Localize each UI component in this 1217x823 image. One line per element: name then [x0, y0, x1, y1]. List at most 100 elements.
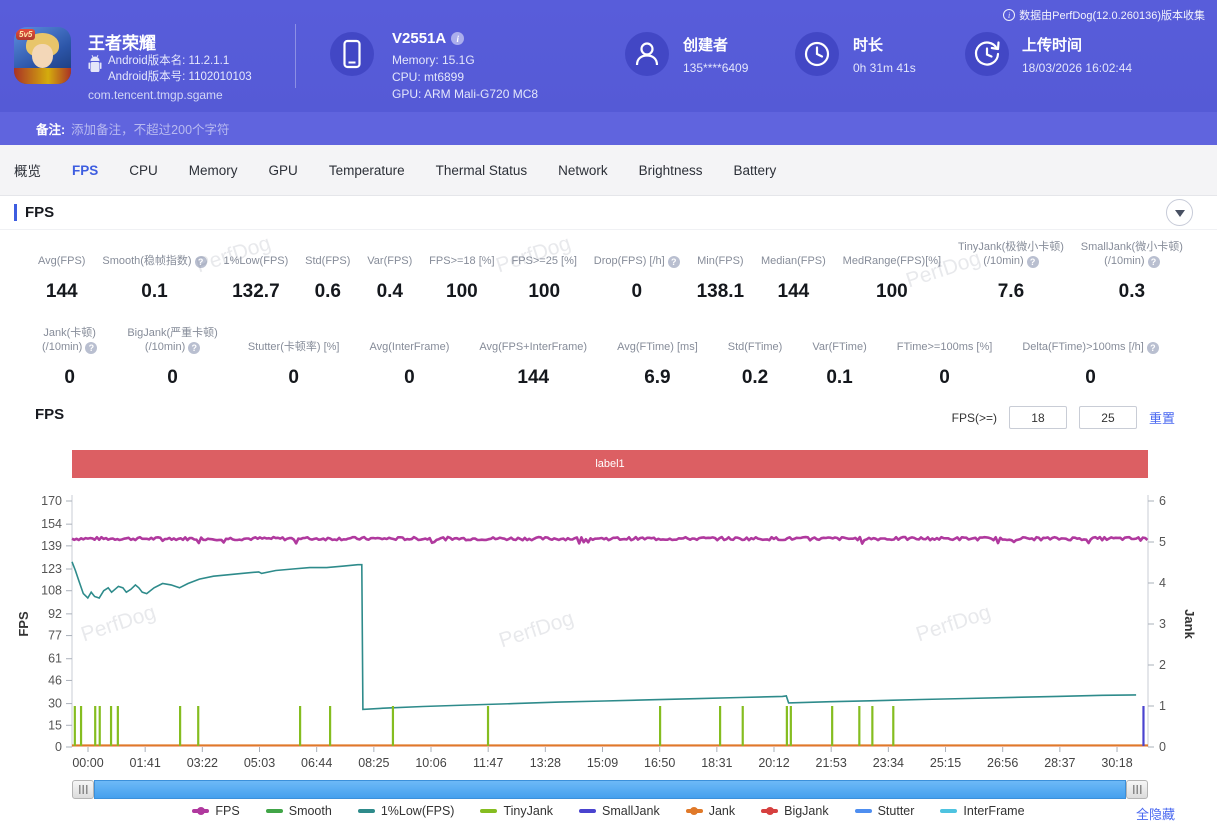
app-package: com.tencent.tmgp.sgame — [88, 88, 223, 102]
stat-label: Std(FTime) — [728, 340, 783, 354]
stat-value: 144 — [778, 281, 810, 303]
tab-temperature[interactable]: Temperature — [329, 163, 405, 178]
stat-label: Var(FTime) — [812, 340, 866, 354]
device-info-icon[interactable]: i — [451, 32, 464, 45]
tab-network[interactable]: Network — [558, 163, 608, 178]
creator-value: 135****6409 — [683, 60, 748, 77]
tab-概览[interactable]: 概览 — [14, 160, 41, 180]
tab-memory[interactable]: Memory — [189, 163, 238, 178]
stat-value: 0.6 — [315, 281, 341, 303]
stat-value: 0 — [288, 367, 299, 389]
svg-text:00:00: 00:00 — [72, 756, 103, 770]
help-icon[interactable]: ? — [1027, 256, 1039, 268]
stat-item: SmallJank(微小卡顿)(/10min)?0.3 — [1081, 240, 1183, 303]
tab-cpu[interactable]: CPU — [129, 163, 158, 178]
legend-item-jank[interactable]: Jank — [686, 804, 735, 818]
stat-label: Drop(FPS) [/h]? — [594, 254, 680, 268]
legend-marker-icon — [192, 809, 209, 813]
stat-label: Std(FPS) — [305, 254, 350, 268]
tab-brightness[interactable]: Brightness — [639, 163, 703, 178]
stat-label: Var(FPS) — [367, 254, 412, 268]
stat-value: 100 — [876, 281, 908, 303]
svg-text:03:22: 03:22 — [187, 756, 218, 770]
help-icon[interactable]: ? — [195, 256, 207, 268]
stat-item: Smooth(稳帧指数)?0.1 — [102, 254, 206, 303]
legend-item-smalljank[interactable]: SmallJank — [579, 804, 660, 818]
person-icon — [625, 32, 669, 76]
fps-threshold-input-1[interactable] — [1009, 406, 1067, 429]
svg-text:30:18: 30:18 — [1101, 756, 1132, 770]
legend-item-1-low-fps-[interactable]: 1%Low(FPS) — [358, 804, 455, 818]
tab-battery[interactable]: Battery — [733, 163, 776, 178]
help-icon[interactable]: ? — [188, 342, 200, 354]
scrollbar-left-handle[interactable] — [72, 780, 94, 799]
legend-label: Smooth — [289, 804, 332, 818]
svg-text:139: 139 — [41, 539, 62, 553]
stat-item: Delta(FTime)>100ms [/h]?0 — [1022, 340, 1159, 389]
legend-marker-icon — [855, 809, 872, 813]
legend-item-smooth[interactable]: Smooth — [266, 804, 332, 818]
creator-label: 创建者 — [683, 34, 728, 55]
hide-all-link[interactable]: 全隐藏 — [1136, 804, 1175, 823]
svg-text:15:09: 15:09 — [587, 756, 618, 770]
scrollbar-track[interactable] — [94, 780, 1126, 799]
help-icon[interactable]: ? — [85, 342, 97, 354]
stat-label: Avg(FTime) [ms] — [617, 340, 698, 354]
svg-text:25:15: 25:15 — [930, 756, 961, 770]
svg-text:10:06: 10:06 — [415, 756, 446, 770]
device-specs: Memory: 15.1G CPU: mt6899 GPU: ARM Mali-… — [392, 52, 538, 103]
svg-text:92: 92 — [48, 607, 62, 621]
metric-tabs: 概览 FPS CPU Memory GPU Temperature Thermal Stat… — [0, 145, 1217, 196]
legend-marker-icon — [761, 809, 778, 813]
svg-text:08:25: 08:25 — [358, 756, 389, 770]
note-placeholder: 添加备注，不超过200个字符 — [71, 119, 229, 138]
svg-text:16:50: 16:50 — [644, 756, 675, 770]
chart-title: FPS — [35, 406, 64, 423]
legend-label: Jank — [709, 804, 735, 818]
fps-threshold-input-2[interactable] — [1079, 406, 1137, 429]
legend-item-tinyjank[interactable]: TinyJank — [480, 804, 553, 818]
fps-stats-row-2: Jank(卡顿)(/10min)?0BigJank(严重卡顿)(/10min)?… — [0, 326, 1159, 389]
reset-link[interactable]: 重置 — [1149, 408, 1175, 427]
svg-text:0: 0 — [55, 740, 62, 754]
legend-marker-icon — [358, 809, 375, 813]
stat-label: Min(FPS) — [697, 254, 743, 268]
stat-value: 144 — [517, 367, 549, 389]
note-bar[interactable]: 备注: 添加备注，不超过200个字符 — [0, 112, 1217, 145]
svg-text:13:28: 13:28 — [530, 756, 561, 770]
stat-item: FPS>=18 [%]100 — [429, 254, 494, 303]
history-clock-icon — [965, 32, 1009, 76]
stat-value: 0.1 — [826, 367, 852, 389]
help-icon[interactable]: ? — [1148, 256, 1160, 268]
legend-item-fps[interactable]: FPS — [192, 804, 239, 818]
collapse-button[interactable] — [1166, 199, 1193, 226]
legend-item-interframe[interactable]: InterFrame — [940, 804, 1024, 818]
svg-text:1: 1 — [1159, 699, 1166, 713]
legend-item-stutter[interactable]: Stutter — [855, 804, 915, 818]
legend-item-bigjank[interactable]: BigJank — [761, 804, 828, 818]
tab-fps[interactable]: FPS — [72, 163, 98, 178]
legend-marker-icon — [579, 809, 596, 813]
tab-gpu[interactable]: GPU — [269, 163, 298, 178]
duration-label: 时长 — [853, 34, 883, 55]
app-title: 王者荣耀 — [88, 29, 156, 54]
stat-value: 0.4 — [377, 281, 403, 303]
legend-marker-icon — [266, 809, 283, 813]
upload-label: 上传时间 — [1022, 34, 1082, 55]
stat-item: Stutter(卡顿率) [%]0 — [248, 340, 340, 389]
help-icon[interactable]: ? — [668, 256, 680, 268]
svg-text:46: 46 — [48, 673, 62, 687]
tab-thermal-status[interactable]: Thermal Status — [436, 163, 528, 178]
stat-value: 7.6 — [998, 281, 1024, 303]
legend-label: SmallJank — [602, 804, 660, 818]
stat-value: 0 — [64, 367, 75, 389]
perfdog-report-page: i 数据由PerfDog(12.0.260136)版本收集 5v5 王者荣耀 A… — [0, 0, 1217, 823]
fps-threshold-controls: FPS(>=) 重置 — [952, 406, 1175, 429]
fps-section-title: FPS — [14, 204, 54, 221]
chart-label-bar[interactable]: label1 — [72, 450, 1148, 478]
fps-chart[interactable]: 17015413912310892776146301506543210FPSJa… — [0, 485, 1217, 780]
legend-label: FPS — [215, 804, 239, 818]
scrollbar-right-handle[interactable] — [1126, 780, 1148, 799]
stat-label: BigJank(严重卡顿)(/10min)? — [127, 326, 217, 354]
help-icon[interactable]: ? — [1147, 342, 1159, 354]
